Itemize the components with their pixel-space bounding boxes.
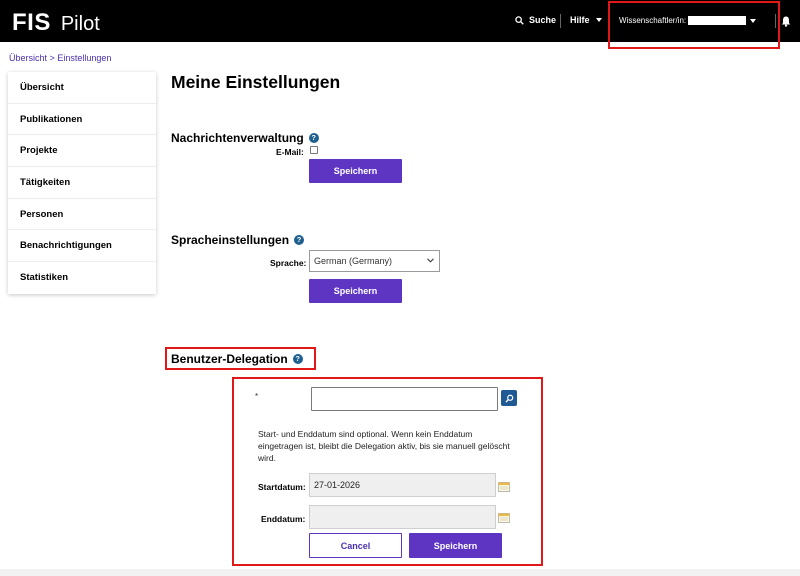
breadcrumb-overview[interactable]: Übersicht	[9, 53, 47, 63]
language-label: Sprache:	[270, 258, 307, 268]
help-menu[interactable]: Hilfe	[570, 15, 602, 25]
search-link[interactable]: Suche	[515, 15, 556, 25]
breadcrumb-settings[interactable]: Einstellungen	[57, 53, 111, 63]
notifications-title: Nachrichtenverwaltung	[171, 131, 304, 145]
calendar-icon[interactable]	[498, 512, 510, 523]
delegation-info-text: Start- und Enddatum sind optional. Wenn …	[258, 429, 510, 463]
brand-logo[interactable]: FIS Pilot	[12, 9, 100, 37]
start-date-value: 27-01-2026	[314, 480, 361, 490]
sidebar: Übersicht Publikationen Projekte Tätigke…	[8, 72, 156, 294]
sidebar-item-publications[interactable]: Publikationen	[8, 104, 156, 136]
start-date-field[interactable]: 27-01-2026	[309, 473, 496, 497]
page-footer-strip	[0, 569, 800, 576]
sidebar-item-projects[interactable]: Projekte	[8, 135, 156, 168]
help-label: Hilfe	[570, 15, 590, 25]
nav-divider	[560, 14, 561, 28]
breadcrumb: Übersicht > Einstellungen	[9, 53, 111, 63]
brand-product: Pilot	[60, 13, 100, 35]
search-icon	[504, 394, 513, 403]
save-delegation-button[interactable]: Speichern	[409, 533, 502, 558]
highlight-user-menu	[608, 1, 780, 49]
notifications-heading: Nachrichtenverwaltung ?	[171, 131, 319, 145]
save-language-button[interactable]: Speichern	[309, 279, 402, 303]
cancel-button[interactable]: Cancel	[309, 533, 402, 558]
highlight-delegation-title	[165, 347, 316, 370]
help-icon[interactable]: ?	[308, 133, 319, 143]
start-date-label: Startdatum:	[258, 482, 306, 492]
save-notifications-button[interactable]: Speichern	[309, 159, 402, 183]
language-selected-value: German (Germany)	[314, 256, 393, 266]
sidebar-item-notifications[interactable]: Benachrichtigungen	[8, 230, 156, 263]
search-icon	[515, 15, 524, 25]
end-date-field[interactable]	[309, 505, 496, 529]
chevron-down-icon	[427, 258, 434, 263]
sidebar-item-activities[interactable]: Tätigkeiten	[8, 167, 156, 199]
chevron-down-icon	[595, 18, 602, 22]
sidebar-item-statistics[interactable]: Statistiken	[8, 262, 156, 294]
delegate-user-input[interactable]	[311, 387, 498, 411]
email-label: E-Mail:	[276, 147, 304, 157]
brand-name: FIS	[12, 9, 51, 36]
email-checkbox[interactable]	[310, 146, 318, 154]
bell-icon[interactable]	[781, 16, 791, 27]
language-select[interactable]: German (Germany)	[309, 250, 440, 272]
search-label: Suche	[529, 15, 557, 25]
sidebar-item-persons[interactable]: Personen	[8, 199, 156, 231]
user-search-button[interactable]	[501, 390, 517, 406]
breadcrumb-separator: >	[49, 53, 55, 63]
page-title: Meine Einstellungen	[171, 72, 341, 92]
end-date-label: Enddatum:	[261, 514, 306, 524]
calendar-icon[interactable]	[498, 481, 510, 492]
sidebar-item-overview[interactable]: Übersicht	[8, 72, 156, 104]
language-title: Spracheinstellungen	[171, 233, 290, 247]
required-marker: *	[255, 392, 259, 401]
help-icon[interactable]: ?	[294, 235, 305, 245]
language-heading: Spracheinstellungen ?	[171, 233, 305, 247]
